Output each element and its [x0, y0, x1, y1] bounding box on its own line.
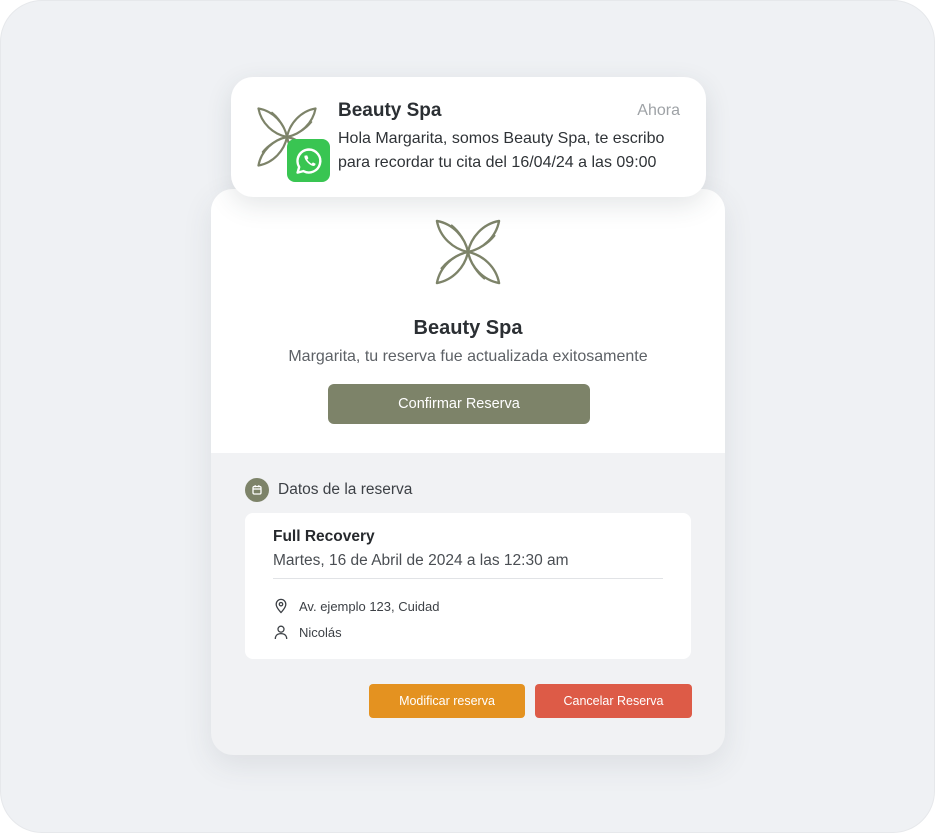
- address-row: Av. ejemplo 123, Cuidad: [273, 598, 439, 614]
- spa-logo-icon: [435, 219, 501, 285]
- reservation-datetime: Martes, 16 de Abril de 2024 a las 12:30 …: [273, 552, 569, 569]
- staff-name: Nicolás: [299, 624, 342, 640]
- reservation-card: Beauty Spa Margarita, tu reserva fue act…: [211, 189, 725, 755]
- notification-time: Ahora: [637, 102, 680, 119]
- user-icon: [273, 624, 289, 640]
- section-header: Datos de la reserva: [245, 477, 412, 503]
- service-name: Full Recovery: [273, 528, 375, 545]
- reservation-details: Full Recovery Martes, 16 de Abril de 202…: [245, 513, 691, 659]
- card-header: Beauty Spa Margarita, tu reserva fue act…: [211, 189, 725, 453]
- staff-row: Nicolás: [273, 624, 342, 640]
- modify-reservation-button[interactable]: Modificar reserva: [369, 684, 525, 718]
- divider: [273, 578, 663, 579]
- app-frame: Beauty Spa Margarita, tu reserva fue act…: [0, 0, 935, 833]
- notification-message: Hola Margarita, somos Beauty Spa, te esc…: [338, 130, 665, 171]
- confirm-reservation-button[interactable]: Confirmar Reserva: [328, 384, 590, 424]
- address-text: Av. ejemplo 123, Cuidad: [299, 598, 440, 614]
- location-pin-icon: [273, 598, 289, 614]
- section-title: Datos de la reserva: [278, 481, 413, 498]
- whatsapp-notification[interactable]: Beauty Spa Ahora Hola Margarita, somos B…: [231, 77, 706, 197]
- update-message: Margarita, tu reserva fue actualizada ex…: [288, 348, 648, 365]
- brand-title: Beauty Spa: [413, 317, 523, 339]
- calendar-icon: [245, 478, 269, 502]
- cancel-reservation-button[interactable]: Cancelar Reserva: [535, 684, 692, 718]
- notification-title: Beauty Spa: [338, 100, 442, 121]
- whatsapp-icon: [287, 139, 330, 182]
